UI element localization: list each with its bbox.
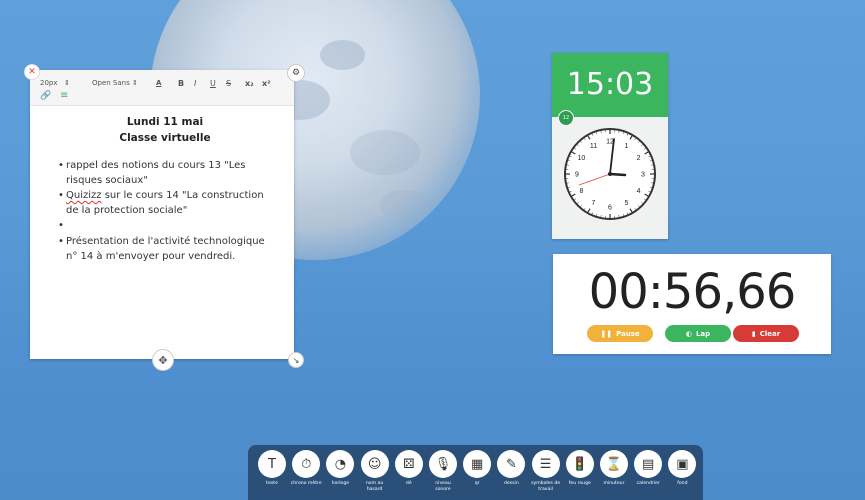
dock-tool-text[interactable]: Ttexte [256,450,288,487]
dock-tool-hourglass[interactable]: ⌛ minuteur [598,450,630,487]
clock-number: 2 [637,155,641,162]
dock-tool-label: minuteur [603,481,625,486]
tool-dock: Ttexte ⏱ chrono mètre ◔ horloge ☺ nom au hasar… [248,445,703,500]
dock-tool-label: horloge [331,481,350,486]
resize-icon[interactable]: ↘ [288,352,304,368]
microphone-icon: 🎙 [429,450,457,478]
strike-button[interactable]: S [226,79,231,88]
qr-icon: ▦ [463,450,492,478]
digital-time: 15:03 [552,53,668,117]
clock-icon: ◔ [326,450,355,478]
dock-tool-label: dé [405,481,412,486]
lap-button[interactable]: ◐ Lap [665,325,731,342]
align-center-icon[interactable]: ≡ [60,90,68,101]
clock-number: 1 [625,143,629,150]
dock-tool-label: calendrier [636,481,660,486]
italic-button[interactable]: I [194,79,196,88]
note-title: Lundi 11 mai Classe virtuelle [119,116,211,144]
clock-number: 6 [608,205,612,212]
dock-tool-label: symboles de travail [531,481,561,492]
pause-icon: ❚❚ [600,329,613,338]
move-icon[interactable]: ✥ [152,349,174,371]
dock-tool-stopwatch[interactable]: ⏱ chrono mètre [290,450,322,487]
link-icon[interactable]: 🔗 [40,91,51,101]
clock-number: 4 [637,188,641,195]
dock-tool-pencil[interactable]: ✎ dessin [495,450,527,487]
text-toolbar: 20px ⇕ Open Sans ⇕ A B I U S x₂ x² 🔗 ≡ [30,70,294,106]
stopwatch-icon: ⏱ [292,450,321,478]
traffic-light-icon: 🚦 [565,450,594,478]
lap-icon: ◐ [685,329,692,338]
list-item: Présentation de l'activité technologique… [58,234,274,264]
trash-icon: ▮ [751,329,756,338]
dock-tool-label: fond [677,481,688,486]
dock-tool-label: texte [266,481,278,486]
clock-number: 3 [641,172,645,179]
list-item: Quizizz sur le cours 14 "La construction… [58,188,274,218]
note-content[interactable]: Lundi 11 mai Classe virtuelle rappel des… [30,106,294,264]
dock-tool-clock[interactable]: ◔ horloge [324,450,356,487]
font-size-select[interactable]: 20px [40,79,58,87]
dock-tool-random-name[interactable]: ☺ nom au hasard [359,450,391,492]
clock-number: 9 [575,172,579,179]
misspelled-word: Quizizz [66,190,102,201]
dock-tool-label: qr [474,481,480,486]
underline-button[interactable]: U [210,79,216,88]
dock-tool-label: chrono mètre [290,481,322,486]
hourglass-icon: ⌛ [600,450,628,478]
dock-tool-work-symbols[interactable]: ☰ symboles de travail [530,450,562,492]
random-name-icon: ☺ [360,450,389,478]
subscript-button[interactable]: x₂ [245,79,254,88]
font-size-chevron-icon[interactable]: ⇕ [64,79,70,87]
dock-tool-calendar[interactable]: ▤ calendrier [632,450,664,487]
bold-button[interactable]: B [178,79,184,88]
dock-tool-qr[interactable]: ▦ qr [461,450,493,487]
dock-tool-label: nom au hasard [365,481,384,492]
dock-tool-microphone[interactable]: 🎙 niveau sonore [427,450,459,492]
clock-number: 5 [625,200,629,207]
pause-button[interactable]: ❚❚ Pause [587,325,653,342]
font-family-chevron-icon[interactable]: ⇕ [132,79,138,87]
text-color-icon[interactable]: A [156,79,161,87]
dock-tool-image[interactable]: ▣ fond [666,450,698,487]
clock-widget[interactable]: 15:03 12 12 1 2 3 4 5 6 7 8 9 10 11 [552,53,668,239]
work-symbols-icon: ☰ [531,450,560,478]
stopwatch-time: 00:56,66 [588,264,797,320]
hour-hand [608,172,627,177]
clock-number: 7 [592,200,596,207]
note-list: rappel des notions du cours 13 "Les risq… [56,158,274,264]
dock-tool-dice[interactable]: ⚄ dé [393,450,425,487]
dock-tool-label: dessin [504,481,519,486]
analog-clock: 121234567891011 [564,128,656,220]
superscript-button[interactable]: x² [262,79,271,88]
dock-tool-label: feu rouge [568,481,591,486]
clock-number: 10 [578,155,586,162]
dock-tool-traffic-light[interactable]: 🚦 feu rouge [564,450,596,487]
dice-icon: ⚄ [394,450,423,478]
text-icon: T [258,450,286,478]
dock-tool-label: niveau sonore [435,481,451,492]
clock-badge[interactable]: 12 [558,110,574,126]
gear-icon[interactable]: ⚙ [287,64,305,82]
text-note-widget[interactable]: 20px ⇕ Open Sans ⇕ A B I U S x₂ x² 🔗 ≡ L… [30,70,294,359]
clock-number: 8 [579,188,583,195]
calendar-icon: ▤ [634,450,663,478]
image-icon: ▣ [668,450,697,478]
clock-number: 11 [590,143,597,150]
clear-button[interactable]: ▮ Clear [733,325,799,342]
pencil-icon: ✎ [497,450,526,478]
list-spacer [58,218,274,234]
close-icon[interactable]: ✕ [24,64,40,80]
font-family-select[interactable]: Open Sans [92,79,130,87]
list-item: rappel des notions du cours 13 "Les risq… [58,158,274,188]
stopwatch-widget[interactable]: 00:56,66 ❚❚ Pause ◐ Lap ▮ Clear [553,254,831,354]
